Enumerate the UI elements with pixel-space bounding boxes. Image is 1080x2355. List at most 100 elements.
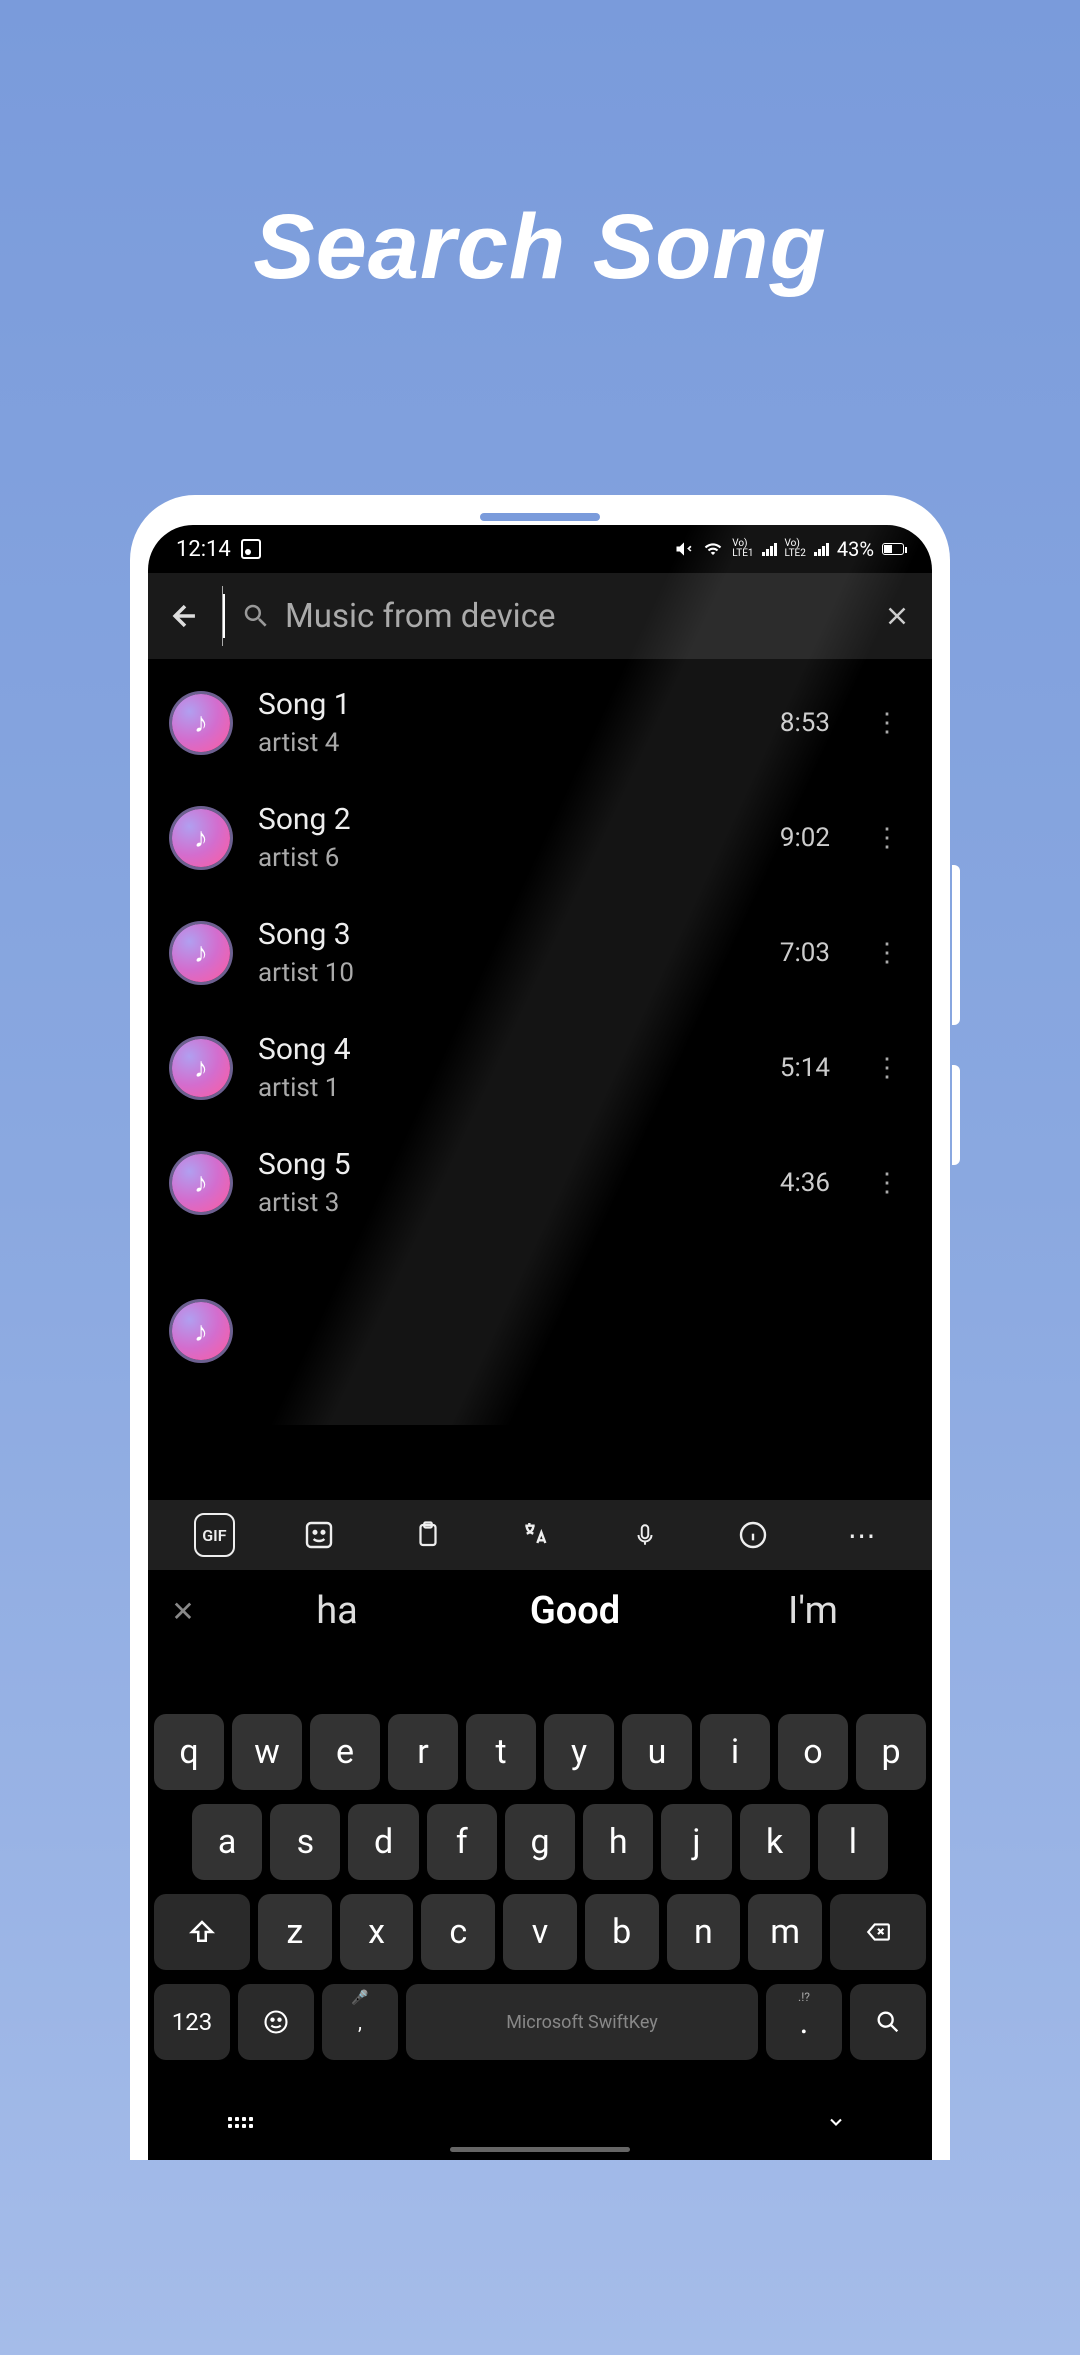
song-title: Song 1 (258, 687, 752, 722)
voice-button[interactable] (621, 1513, 669, 1557)
key-v[interactable]: v (503, 1894, 577, 1970)
shift-key[interactable] (154, 1894, 250, 1970)
key-i[interactable]: i (700, 1714, 770, 1790)
keyboard-switch-button[interactable] (228, 2117, 253, 2128)
key-b[interactable]: b (585, 1894, 659, 1970)
keyboard-toolbar: GIF ⋯ (148, 1500, 932, 1570)
sticker-button[interactable] (295, 1513, 343, 1557)
key-f[interactable]: f (427, 1804, 497, 1880)
key-p[interactable]: p (856, 1714, 926, 1790)
suggestion[interactable]: Good (456, 1589, 694, 1633)
song-duration: 9:02 (780, 823, 830, 853)
carrier1-label: Vo)LTE1 (732, 539, 753, 559)
key-o[interactable]: o (778, 1714, 848, 1790)
clipboard-button[interactable] (404, 1513, 452, 1557)
power-button (952, 1065, 960, 1165)
mute-icon (674, 539, 694, 559)
key-r[interactable]: r (388, 1714, 458, 1790)
battery-icon (882, 543, 904, 555)
key-d[interactable]: d (348, 1804, 418, 1880)
album-art-icon: ♪ (172, 809, 230, 867)
song-title: Song 4 (258, 1032, 752, 1067)
song-row[interactable]: ♪ (148, 1240, 932, 1320)
key-e[interactable]: e (310, 1714, 380, 1790)
key-w[interactable]: w (232, 1714, 302, 1790)
home-indicator[interactable] (450, 2147, 630, 2152)
translate-button[interactable] (512, 1513, 560, 1557)
search-placeholder: Music from device (285, 597, 555, 636)
back-button[interactable] (168, 599, 202, 633)
voice-hint-icon: 🎤 (351, 1990, 368, 2006)
volume-button (952, 865, 960, 1025)
song-duration: 5:14 (780, 1053, 830, 1083)
song-artist: artist 10 (258, 958, 752, 988)
keyboard-hide-button[interactable] (820, 2112, 852, 2132)
text-cursor (223, 594, 225, 638)
key-j[interactable]: j (661, 1804, 731, 1880)
song-menu-button[interactable]: ⋮ (866, 710, 908, 736)
phone-frame: 12:14 Vo)LTE1 Vo)LTE2 43% (130, 495, 950, 2160)
key-m[interactable]: m (748, 1894, 822, 1970)
carrier2-label: Vo)LTE2 (785, 539, 806, 559)
suggestion[interactable]: ha (218, 1589, 456, 1633)
song-menu-button[interactable]: ⋮ (866, 825, 908, 851)
battery-percent: 43% (837, 537, 874, 561)
key-x[interactable]: x (340, 1894, 414, 1970)
keyboard-row: q w e r t y u i o p (154, 1714, 926, 1790)
key-a[interactable]: a (192, 1804, 262, 1880)
song-menu-button[interactable]: ⋮ (866, 1055, 908, 1081)
song-menu-button[interactable]: ⋮ (866, 940, 908, 966)
song-row[interactable]: ♪ Song 5 artist 3 4:36 ⋮ (148, 1125, 932, 1240)
keyboard-row: z x c v b n m (154, 1894, 926, 1970)
song-duration: 7:03 (780, 938, 830, 968)
search-key[interactable] (850, 1984, 926, 2060)
album-art-icon: ♪ (172, 1302, 230, 1360)
song-row[interactable]: ♪ Song 2 artist 6 9:02 ⋮ (148, 780, 932, 895)
song-menu-button[interactable]: ⋮ (866, 1170, 908, 1196)
key-s[interactable]: s (270, 1804, 340, 1880)
gif-button[interactable]: GIF (194, 1513, 234, 1557)
more-button[interactable]: ⋯ (838, 1513, 886, 1557)
status-bar: 12:14 Vo)LTE1 Vo)LTE2 43% (148, 525, 932, 573)
clear-search-button[interactable] (882, 601, 912, 631)
song-row[interactable]: ♪ Song 1 artist 4 8:53 ⋮ (148, 665, 932, 780)
keyboard-row: a s d f g h j k l (154, 1804, 926, 1880)
song-title: Song 3 (258, 917, 752, 952)
close-suggestions-button[interactable]: ✕ (148, 1595, 218, 1628)
key-l[interactable]: l (818, 1804, 888, 1880)
search-input[interactable]: Music from device (222, 586, 862, 646)
period-key[interactable]: .!? . (766, 1984, 842, 2060)
song-row[interactable]: ♪ Song 3 artist 10 7:03 ⋮ (148, 895, 932, 1010)
song-row[interactable]: ♪ Song 4 artist 1 5:14 ⋮ (148, 1010, 932, 1125)
key-y[interactable]: y (544, 1714, 614, 1790)
signal2-icon (814, 542, 829, 556)
song-title: Song 5 (258, 1147, 752, 1182)
key-g[interactable]: g (505, 1804, 575, 1880)
punct-hint: .!? (798, 1990, 810, 2004)
song-artist: artist 6 (258, 843, 752, 873)
keyboard-row: 123 🎤 , Microsoft SwiftKey .!? . (154, 1984, 926, 2060)
album-art-icon: ♪ (172, 1039, 230, 1097)
emoji-key[interactable] (238, 1984, 314, 2060)
key-q[interactable]: q (154, 1714, 224, 1790)
info-button[interactable] (729, 1513, 777, 1557)
phone-screen: 12:14 Vo)LTE1 Vo)LTE2 43% (148, 525, 932, 2160)
backspace-key[interactable] (830, 1894, 926, 1970)
song-list[interactable]: ♪ Song 1 artist 4 8:53 ⋮ ♪ Song 2 artist… (148, 659, 932, 1326)
status-time: 12:14 (176, 537, 231, 562)
key-c[interactable]: c (421, 1894, 495, 1970)
key-k[interactable]: k (740, 1804, 810, 1880)
keyboard: q w e r t y u i o p a s d f g h j k l (148, 1708, 932, 2080)
key-t[interactable]: t (466, 1714, 536, 1790)
numeric-key[interactable]: 123 (154, 1984, 230, 2060)
album-art-icon: ♪ (172, 1154, 230, 1212)
promo-title: Search Song (0, 195, 1080, 300)
key-u[interactable]: u (622, 1714, 692, 1790)
suggestion[interactable]: I'm (694, 1589, 932, 1633)
comma-key[interactable]: 🎤 , (322, 1984, 398, 2060)
key-n[interactable]: n (667, 1894, 741, 1970)
key-h[interactable]: h (583, 1804, 653, 1880)
space-key[interactable]: Microsoft SwiftKey (406, 1984, 758, 2060)
song-artist: artist 3 (258, 1188, 752, 1218)
key-z[interactable]: z (258, 1894, 332, 1970)
